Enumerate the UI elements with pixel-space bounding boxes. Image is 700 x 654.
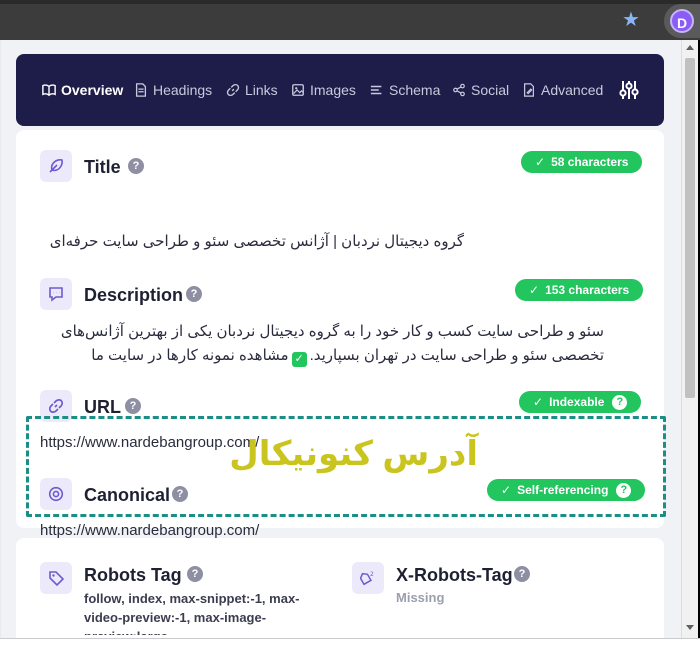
tab-overview-label: Overview — [61, 82, 124, 98]
description-icon-box — [40, 278, 72, 310]
tab-social-label: Social — [471, 82, 510, 98]
scrollbar-thumb[interactable] — [685, 58, 695, 398]
browser-toolbar: ★ D — [0, 0, 700, 40]
extension-avatar[interactable]: D — [670, 9, 694, 33]
title-label: Title — [84, 157, 121, 177]
tab-schema-label: Schema — [389, 82, 441, 98]
description-length-badge: ✓ 153 characters — [515, 279, 644, 301]
book-icon — [42, 84, 56, 97]
checkbox-emoji-icon: ✓ — [291, 352, 307, 367]
robots-help-icon[interactable]: ? — [187, 566, 203, 582]
url-label: URL — [84, 397, 121, 417]
sliders-icon[interactable] — [619, 79, 639, 101]
bookmark-star-icon[interactable]: ★ — [620, 9, 642, 31]
url-help-icon[interactable]: ? — [125, 398, 141, 414]
top-nav: Overview Headings Links Images Schema So… — [16, 54, 664, 126]
description-length-text: 153 characters — [545, 283, 630, 297]
pen-icon — [524, 83, 534, 97]
x-robots-tag-label: X-Robots-Tag — [396, 565, 513, 585]
description-label: Description — [84, 285, 184, 305]
window-bottom-edge — [0, 638, 700, 654]
robots-icon-box — [40, 562, 72, 594]
title-value: گروه دیجیتال نردبان | آژانس تخصصی سئو و … — [49, 233, 464, 250]
share-icon — [453, 83, 465, 97]
tab-advanced-label: Advanced — [541, 82, 604, 98]
title-help-icon[interactable]: ? — [128, 158, 144, 174]
document-icon — [135, 83, 147, 97]
x-robots-value: Missing — [396, 590, 445, 605]
svg-text:2: 2 — [370, 571, 374, 578]
scroll-up-icon[interactable] — [686, 45, 694, 50]
tag-icon — [49, 571, 64, 586]
link-icon — [48, 399, 64, 413]
tab-headings-label: Headings — [153, 82, 213, 98]
link-icon — [226, 83, 240, 97]
indexable-badge: ✓ Indexable? — [519, 391, 642, 413]
popup-scrollbar[interactable] — [681, 40, 698, 638]
check-icon: ✓ — [533, 395, 544, 409]
x-robots-help-icon[interactable]: ? — [514, 566, 530, 582]
check-icon: ✓ — [529, 283, 540, 297]
tab-links-label: Links — [245, 82, 278, 98]
robots-card: Robots Tag ? follow, index, max-snippet:… — [16, 538, 664, 638]
description-text-cont: مشاهده نمونه کارها در سایت ما — [91, 347, 289, 364]
title-length-text: 58 characters — [551, 155, 629, 169]
seo-extension-popup: Overview Headings Links Images Schema So… — [1, 40, 681, 638]
robots-tag-label: Robots Tag — [84, 565, 182, 585]
description-help-icon[interactable]: ? — [186, 286, 202, 302]
browser-top-line — [0, 0, 700, 4]
list-icon — [370, 85, 382, 95]
tab-images-label: Images — [310, 82, 356, 98]
canonical-annotation: آدرس کنونیکال — [229, 435, 478, 473]
feather-icon — [49, 159, 63, 173]
title-length-badge: ✓ 58 characters — [521, 151, 643, 173]
check-icon: ✓ — [535, 155, 546, 169]
description-value: سئو و طراحی سایت کسب و کار خود را به گرو… — [40, 320, 604, 368]
x-robots-icon-box: 2 — [352, 562, 384, 594]
tags-icon: 2 — [360, 571, 374, 586]
scroll-down-icon[interactable] — [686, 625, 694, 630]
comment-icon — [49, 287, 63, 302]
extension-area: D — [664, 4, 700, 38]
indexable-text: Indexable — [549, 395, 605, 409]
robots-tag-value: follow, index, max-snippet:-1, max-video… — [84, 591, 300, 635]
title-icon-box — [40, 150, 72, 182]
indexable-help-icon[interactable]: ? — [612, 395, 628, 410]
image-icon — [292, 84, 304, 96]
